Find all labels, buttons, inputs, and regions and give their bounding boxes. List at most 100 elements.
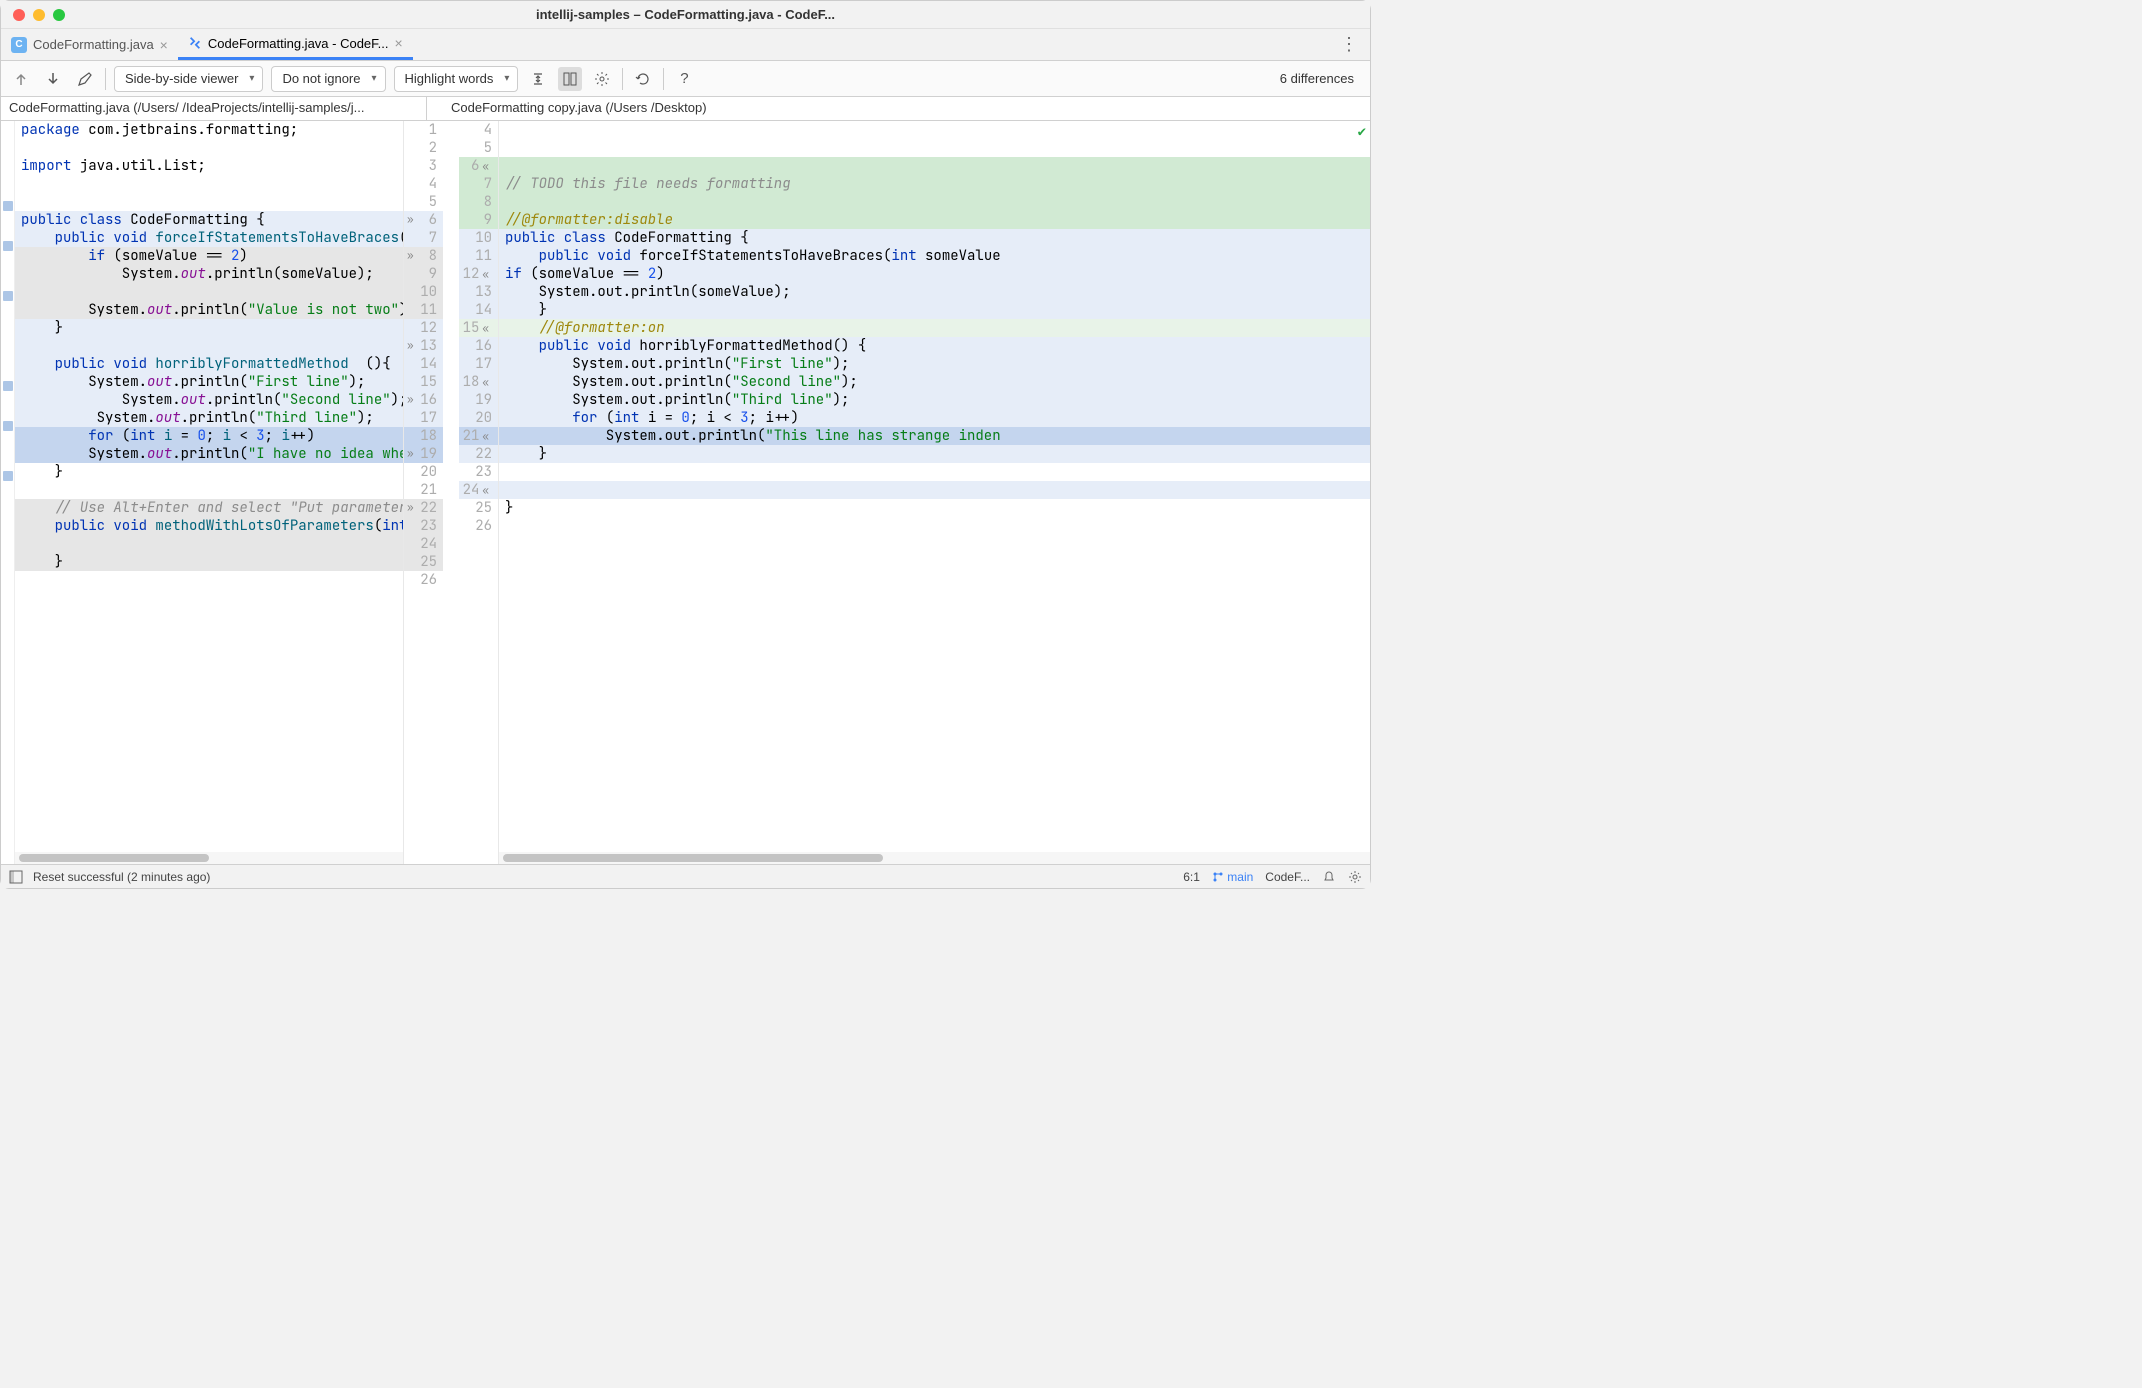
tool-window-icon[interactable] [9, 870, 23, 884]
gutter-line[interactable]: 4 [459, 121, 498, 139]
code-line[interactable]: } [15, 319, 403, 337]
code-line[interactable]: public void methodWithLotsOfParameters(i… [15, 517, 403, 535]
code-line[interactable]: System.out.println("Second line"); [499, 373, 1370, 391]
gutter-line[interactable]: 24 [404, 535, 443, 553]
gutter-line[interactable]: 15 [404, 373, 443, 391]
gutter-line[interactable]: 11 [459, 247, 498, 265]
code-line[interactable]: System.out.println("Third line"); [15, 409, 403, 427]
code-line[interactable] [499, 139, 1370, 157]
gutter-line[interactable]: 21 [404, 481, 443, 499]
gutter-line[interactable]: 21« [459, 427, 498, 445]
ignore-select[interactable]: Do not ignore [271, 66, 385, 92]
help-icon[interactable]: ? [672, 67, 696, 91]
code-line[interactable]: import java.util.List; [15, 157, 403, 175]
gutter-line[interactable]: 15« [459, 319, 498, 337]
gutter-line[interactable]: 9 [404, 265, 443, 283]
apply-diff-icon[interactable]: « [479, 376, 492, 390]
gutter-line[interactable]: »16 [404, 391, 443, 409]
code-line[interactable] [15, 481, 403, 499]
tab-diff[interactable]: CodeFormatting.java - CodeF... × [178, 29, 413, 60]
code-line[interactable]: System.out.println("I have no idea where… [15, 445, 403, 463]
apply-diff-icon[interactable]: » [404, 445, 417, 463]
apply-diff-icon[interactable]: » [404, 211, 417, 229]
ide-settings-icon[interactable] [1348, 870, 1362, 884]
tabs-overflow-menu[interactable]: ⋮ [1328, 34, 1370, 55]
apply-diff-icon[interactable]: » [404, 247, 417, 265]
code-line[interactable]: if (someValue == 2) [15, 247, 403, 265]
code-line[interactable]: public void forceIfStatementsToHaveBrace… [15, 229, 403, 247]
left-hscroll[interactable] [15, 852, 403, 864]
gutter-line[interactable]: 7 [404, 229, 443, 247]
gutter-line[interactable]: 14 [459, 301, 498, 319]
gutter-line[interactable]: 17 [404, 409, 443, 427]
gutter-line[interactable]: »19 [404, 445, 443, 463]
prev-diff-icon[interactable] [9, 67, 33, 91]
code-line[interactable]: public void horriblyFormattedMethod (){ [15, 355, 403, 373]
code-line[interactable]: } [499, 499, 1370, 517]
code-line[interactable] [499, 463, 1370, 481]
gutter-line[interactable]: 6« [459, 157, 498, 175]
code-line[interactable]: } [499, 301, 1370, 319]
left-code[interactable]: package com.jetbrains.formatting; import … [15, 121, 403, 852]
right-hscroll[interactable] [499, 852, 1370, 864]
settings-icon[interactable] [590, 67, 614, 91]
close-tab-icon[interactable]: × [160, 37, 168, 53]
cursor-position[interactable]: 6:1 [1183, 870, 1200, 884]
gutter-line[interactable]: 20 [404, 463, 443, 481]
code-line[interactable]: // Use Alt+Enter and select "Put paramet… [15, 499, 403, 517]
code-line[interactable]: System.out.println("This line has strang… [499, 427, 1370, 445]
code-line[interactable]: for (int i = 0; i < 3; i++) [499, 409, 1370, 427]
code-line[interactable]: System.out.println("Third line"); [499, 391, 1370, 409]
code-line[interactable] [499, 121, 1370, 139]
gutter-line[interactable]: »13 [404, 337, 443, 355]
code-line[interactable]: public void horriblyFormattedMethod() { [499, 337, 1370, 355]
code-line[interactable]: //@formatter:on [499, 319, 1370, 337]
left-error-stripe[interactable] [1, 121, 15, 864]
git-branch[interactable]: main [1212, 870, 1253, 884]
apply-diff-icon[interactable]: » [404, 337, 417, 355]
gutter-line[interactable]: 12 [404, 319, 443, 337]
gutter-line[interactable]: »6 [404, 211, 443, 229]
gutter-line[interactable]: 11 [404, 301, 443, 319]
gutter-line[interactable]: 1 [404, 121, 443, 139]
code-line[interactable]: public void forceIfStatementsToHaveBrace… [499, 247, 1370, 265]
code-line[interactable]: package com.jetbrains.formatting; [15, 121, 403, 139]
minimize-window-button[interactable] [33, 9, 45, 21]
gutter-line[interactable]: 2 [404, 139, 443, 157]
code-line[interactable]: System.out.println("First line"); [15, 373, 403, 391]
apply-diff-icon[interactable]: « [479, 160, 492, 174]
code-line[interactable]: System.out.println("Second line"); [15, 391, 403, 409]
code-line[interactable] [15, 571, 403, 589]
code-line[interactable]: System.out.println("First line"); [499, 355, 1370, 373]
gutter-line[interactable]: 14 [404, 355, 443, 373]
collapse-unchanged-icon[interactable] [526, 67, 550, 91]
gutter-line[interactable]: 5 [404, 193, 443, 211]
gutter-line[interactable]: 7 [459, 175, 498, 193]
highlight-select[interactable]: Highlight words [394, 66, 519, 92]
apply-diff-icon[interactable]: « [479, 484, 492, 498]
code-line[interactable]: } [15, 463, 403, 481]
code-line[interactable] [15, 535, 403, 553]
code-line[interactable]: for (int i = 0; i < 3; i++) [15, 427, 403, 445]
code-line[interactable] [15, 283, 403, 301]
apply-diff-icon[interactable]: « [479, 322, 492, 336]
gutter-line[interactable]: 26 [404, 571, 443, 589]
gutter-line[interactable]: 23 [404, 517, 443, 535]
gutter-line[interactable]: 12« [459, 265, 498, 283]
code-line[interactable] [15, 139, 403, 157]
viewer-mode-select[interactable]: Side-by-side viewer [114, 66, 263, 92]
close-window-button[interactable] [13, 9, 25, 21]
code-line[interactable] [15, 175, 403, 193]
code-line[interactable]: } [15, 553, 403, 571]
refresh-icon[interactable] [631, 67, 655, 91]
gutter-line[interactable]: 26 [459, 517, 498, 535]
gutter-line[interactable]: 18« [459, 373, 498, 391]
gutter-line[interactable]: 18 [404, 427, 443, 445]
code-line[interactable] [499, 517, 1370, 535]
apply-diff-icon[interactable]: « [479, 430, 492, 444]
code-line[interactable]: public class CodeFormatting { [499, 229, 1370, 247]
maximize-window-button[interactable] [53, 9, 65, 21]
gutter-line[interactable]: »8 [404, 247, 443, 265]
apply-diff-icon[interactable]: » [404, 391, 417, 409]
gutter-line[interactable]: 4 [404, 175, 443, 193]
